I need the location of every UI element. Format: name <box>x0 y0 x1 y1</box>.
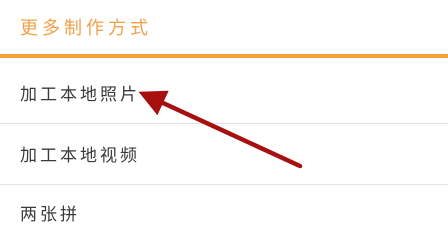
menu-item-two-photo-collage[interactable]: 两张拼 <box>0 185 448 242</box>
menu-header: 更多制作方式 <box>0 0 448 58</box>
menu-item-edit-local-video[interactable]: 加工本地视频 <box>0 124 448 185</box>
menu-item-label: 加工本地视频 <box>20 146 140 166</box>
more-creation-methods-menu: 更多制作方式 加工本地照片 加工本地视频 两张拼 <box>0 0 448 242</box>
menu-title: 更多制作方式 <box>20 18 152 39</box>
menu-item-edit-local-photo[interactable]: 加工本地照片 <box>0 62 448 124</box>
menu-item-label: 两张拼 <box>20 205 80 225</box>
menu-item-label: 加工本地照片 <box>20 85 140 105</box>
